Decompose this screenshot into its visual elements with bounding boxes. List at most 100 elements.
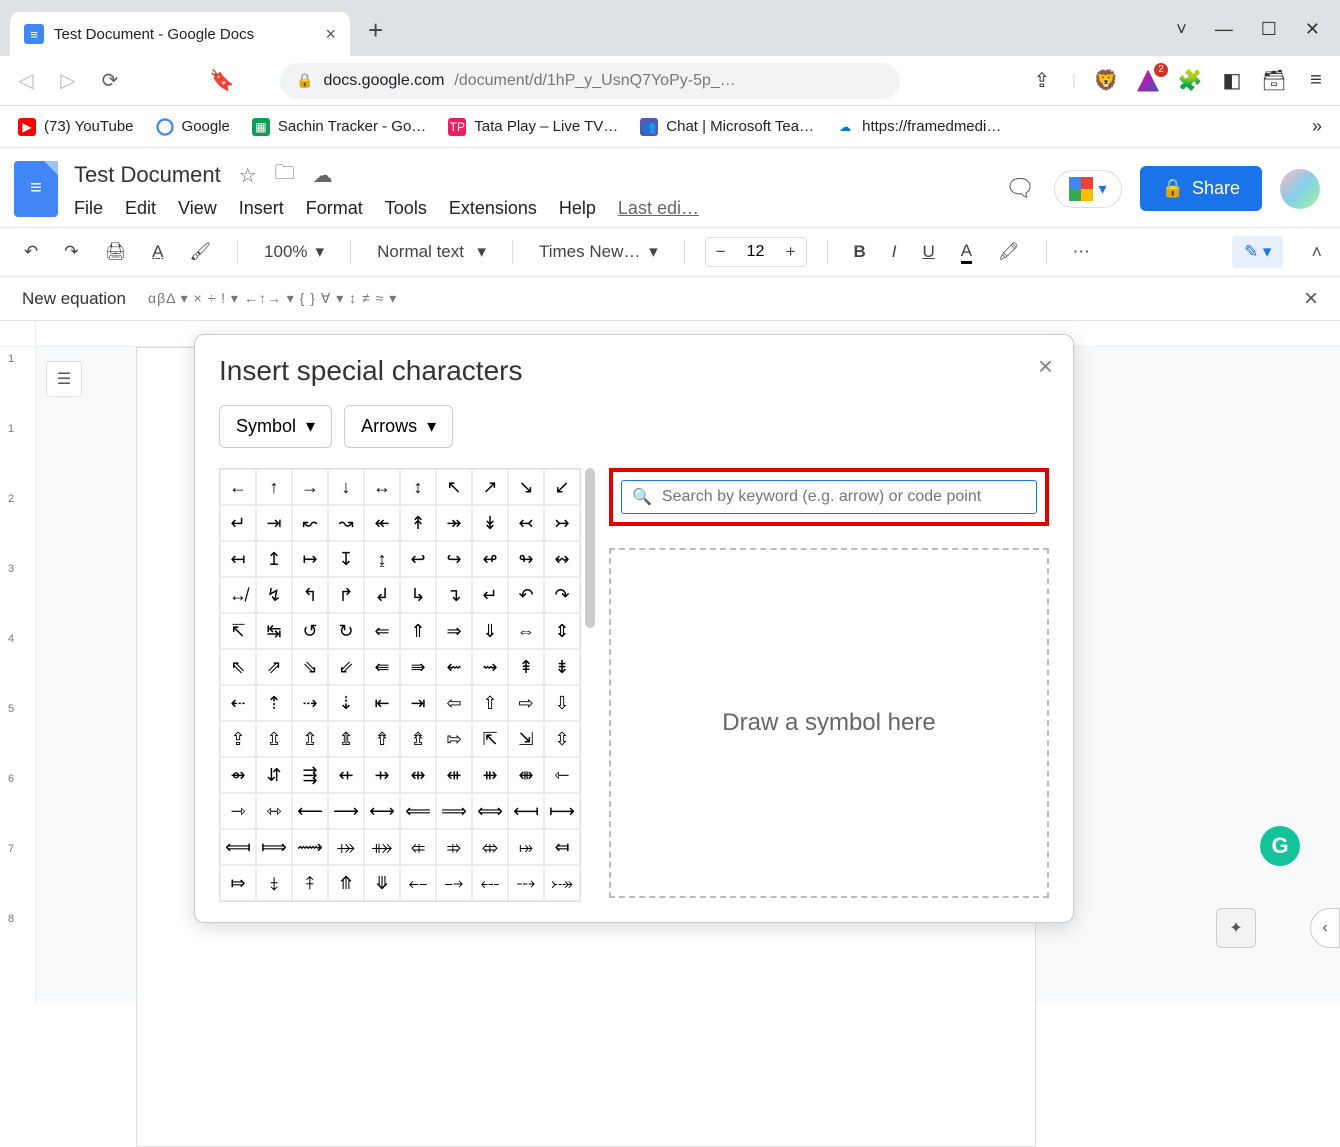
spellcheck-icon[interactable]: A̱ [146, 238, 169, 266]
char-cell[interactable]: ⇶ [292, 757, 328, 793]
char-cell[interactable]: ⇻ [472, 757, 508, 793]
char-cell[interactable]: ⤐ [544, 865, 580, 901]
wallet-icon[interactable]: 🗃 [1262, 69, 1286, 93]
char-cell[interactable]: ⇷ [328, 757, 364, 793]
char-cell[interactable]: ⇾ [220, 793, 256, 829]
char-cell[interactable]: ⇕ [544, 613, 580, 649]
char-cell[interactable]: ⟺ [472, 793, 508, 829]
char-cell[interactable]: ↹ [256, 613, 292, 649]
char-cell[interactable]: ⟵ [292, 793, 328, 829]
zoom-select[interactable]: 100% ▾ [258, 238, 330, 266]
star-icon[interactable]: ☆ [239, 163, 257, 188]
char-cell[interactable]: ⇬ [292, 721, 328, 757]
char-cell[interactable]: ↵ [472, 577, 508, 613]
browser-menu-icon[interactable]: ≡ [1304, 69, 1328, 93]
bookmark-teams[interactable]: 👥Chat | Microsoft Tea… [640, 118, 814, 136]
char-cell[interactable]: ↗ [472, 469, 508, 505]
char-cell[interactable]: ⇘ [292, 649, 328, 685]
char-cell[interactable]: ⟷ [364, 793, 400, 829]
char-cell[interactable]: ↡ [472, 505, 508, 541]
font-size-increase[interactable]: + [776, 238, 806, 266]
char-cell[interactable]: ⤋ [364, 865, 400, 901]
char-cell[interactable]: ⤊ [328, 865, 364, 901]
char-cell[interactable]: ← [220, 469, 256, 505]
highlight-button[interactable]: 🖍 [992, 238, 1026, 266]
paragraph-style-select[interactable]: Normal text ▾ [371, 238, 492, 266]
window-dropdown-icon[interactable]: ˅ [1176, 19, 1187, 40]
category-select-symbol[interactable]: Symbol ▾ [219, 405, 332, 448]
char-cell[interactable]: ↓ [328, 469, 364, 505]
char-cell[interactable]: ⇯ [400, 721, 436, 757]
docs-logo-icon[interactable] [14, 161, 58, 217]
char-cell[interactable]: ⤈ [256, 865, 292, 901]
char-cell[interactable]: ↖ [436, 469, 472, 505]
browser-tab-active[interactable]: Test Document - Google Docs × [10, 12, 350, 56]
minimize-icon[interactable]: — [1215, 19, 1233, 40]
char-cell[interactable]: ⇧ [472, 685, 508, 721]
category-select-arrows[interactable]: Arrows ▾ [344, 405, 453, 448]
font-size-input[interactable] [736, 243, 776, 261]
char-cell[interactable]: ⇩ [544, 685, 580, 721]
vertical-ruler[interactable]: 1 1 2 3 4 5 6 7 8 [0, 347, 36, 1003]
char-cell[interactable]: ⇟ [544, 649, 580, 685]
grid-scrollbar[interactable] [585, 468, 595, 628]
share-page-icon[interactable]: ⇪ [1030, 69, 1054, 93]
char-cell[interactable]: ⇥ [400, 685, 436, 721]
char-cell[interactable]: ⇪ [220, 721, 256, 757]
reload-icon[interactable]: ⟳ [96, 67, 124, 95]
char-cell[interactable]: ↠ [436, 505, 472, 541]
char-cell[interactable]: ⇲ [508, 721, 544, 757]
char-cell[interactable]: ↺ [292, 613, 328, 649]
font-select[interactable]: Times New… ▾ [533, 238, 664, 266]
char-cell[interactable]: ↫ [472, 541, 508, 577]
char-cell[interactable]: ⟸ [400, 793, 436, 829]
char-cell[interactable]: ↑ [256, 469, 292, 505]
bookmark-page-icon[interactable]: 🔖 [208, 67, 236, 95]
char-cell[interactable]: ↦ [292, 541, 328, 577]
editing-mode-button[interactable]: ✎ ▾ [1232, 236, 1284, 268]
more-toolbar-icon[interactable]: ⋯ [1067, 238, 1096, 266]
bookmark-youtube[interactable]: ▶(73) YouTube [18, 118, 134, 136]
menu-tools[interactable]: Tools [385, 198, 427, 219]
menu-insert[interactable]: Insert [239, 198, 284, 219]
char-cell[interactable]: ⤂ [400, 829, 436, 865]
close-window-icon[interactable]: ✕ [1305, 19, 1320, 40]
meet-button[interactable]: ▾ [1054, 170, 1122, 208]
draw-symbol-canvas[interactable]: Draw a symbol here [609, 548, 1049, 898]
bookmarks-overflow-icon[interactable]: » [1312, 116, 1322, 137]
char-cell[interactable]: ⇱ [472, 721, 508, 757]
menu-help[interactable]: Help [559, 198, 596, 219]
menu-view[interactable]: View [178, 198, 217, 219]
char-cell[interactable]: ↶ [508, 577, 544, 613]
char-cell[interactable]: ↸ [220, 613, 256, 649]
char-cell[interactable]: ⟽ [220, 829, 256, 865]
char-cell[interactable]: ↘ [508, 469, 544, 505]
char-cell[interactable]: ⇜ [436, 649, 472, 685]
char-cell[interactable]: ⟿ [292, 829, 328, 865]
document-title[interactable]: Test Document [74, 162, 221, 188]
omnibox[interactable]: 🔒 docs.google.com/document/d/1hP_y_UsnQ7… [280, 63, 900, 99]
document-outline-button[interactable]: ☰ [46, 361, 82, 397]
char-cell[interactable]: ⤏ [508, 865, 544, 901]
char-cell[interactable]: ↥ [256, 541, 292, 577]
char-cell[interactable]: ⤎ [472, 865, 508, 901]
brave-shields-icon[interactable]: 🦁 [1094, 69, 1118, 93]
font-size-decrease[interactable]: − [706, 238, 736, 266]
char-cell[interactable]: ⇭ [328, 721, 364, 757]
char-cell[interactable]: ⇮ [364, 721, 400, 757]
char-cell[interactable]: ⤉ [292, 865, 328, 901]
account-avatar[interactable] [1280, 169, 1320, 209]
bookmark-onedrive[interactable]: ☁https://framedmedi… [836, 118, 1001, 136]
grammarly-icon[interactable]: G [1260, 826, 1300, 866]
char-cell[interactable]: ⤅ [508, 829, 544, 865]
collapse-toolbar-icon[interactable]: ˄ [1311, 242, 1322, 263]
redo-icon[interactable]: ↷ [58, 238, 84, 266]
char-cell[interactable]: ↴ [436, 577, 472, 613]
char-cell[interactable]: ⇡ [256, 685, 292, 721]
char-cell[interactable]: ⇗ [256, 649, 292, 685]
char-cell[interactable]: ↕ [400, 469, 436, 505]
char-cell[interactable]: ⇥ [256, 505, 292, 541]
char-cell[interactable]: ⇖ [220, 649, 256, 685]
char-cell[interactable]: ⇽ [544, 757, 580, 793]
bookmark-sheet[interactable]: ▦Sachin Tracker - Go… [252, 118, 426, 136]
